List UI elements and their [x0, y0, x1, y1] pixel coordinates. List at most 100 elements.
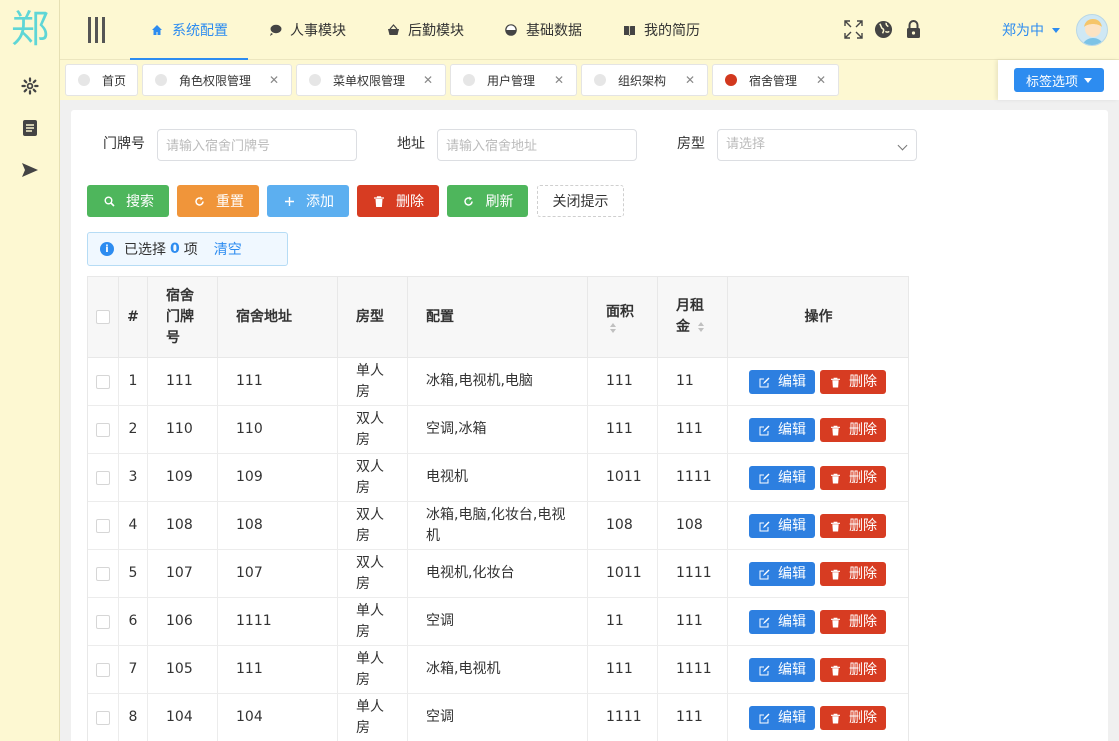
row-config: 冰箱,电视机,电脑	[408, 358, 588, 405]
row-delete-button[interactable]: 删除	[820, 370, 886, 394]
nav-item-base-data[interactable]: 基础数据	[484, 0, 602, 60]
nav-item-system-config[interactable]: 系统配置	[130, 0, 248, 60]
tag-options-button[interactable]: 标签选项	[1014, 68, 1104, 92]
nav-item-logistics[interactable]: 后勤模块	[366, 0, 484, 60]
edit-button[interactable]: 编辑	[749, 466, 815, 490]
close-icon[interactable]: ✕	[269, 73, 279, 87]
edit-button[interactable]: 编辑	[749, 370, 815, 394]
room-type-placeholder: 请选择	[726, 137, 766, 152]
row-checkbox[interactable]	[96, 662, 110, 677]
address-label: 地址	[397, 136, 425, 152]
nav-label: 人事模块	[290, 23, 346, 39]
clear-selection-link[interactable]: 清空	[214, 239, 242, 259]
tag-dot-icon	[78, 74, 90, 86]
header-area-label: 面积	[606, 303, 634, 320]
header-index: #	[119, 277, 148, 357]
room-type-select[interactable]: 请选择	[717, 129, 917, 161]
row-area: 111	[588, 358, 658, 405]
sort-icon[interactable]	[610, 322, 616, 333]
sort-icon[interactable]	[698, 322, 704, 332]
tag-dot-icon	[594, 74, 606, 86]
row-area: 111	[588, 646, 658, 693]
edit-button[interactable]: 编辑	[749, 706, 815, 730]
reset-label: 重置	[216, 194, 244, 210]
row-config-text: 空调	[426, 709, 454, 725]
globe-icon[interactable]	[873, 18, 893, 40]
close-tip-button[interactable]: 关闭提示	[537, 185, 624, 217]
row-area: 11	[588, 598, 658, 645]
row-room-type: 双人房	[338, 454, 408, 501]
edit-button[interactable]: 编辑	[749, 610, 815, 634]
row-checkbox[interactable]	[96, 710, 110, 725]
edit-label: 编辑	[778, 469, 806, 486]
fullscreen-icon[interactable]	[843, 18, 863, 40]
nav-label: 后勤模块	[408, 23, 464, 39]
delete-button[interactable]: 删除	[357, 185, 439, 217]
header-rent[interactable]: 月租金	[658, 277, 728, 357]
row-delete-button[interactable]: 删除	[820, 514, 886, 538]
row-config: 空调	[408, 598, 588, 645]
trash-icon	[372, 194, 386, 208]
tag-organization[interactable]: 组织架构 ✕	[581, 64, 708, 96]
row-config-text: 电视机	[426, 469, 468, 485]
row-delete-button[interactable]: 删除	[820, 562, 886, 586]
book-icon	[622, 23, 636, 37]
row-checkbox[interactable]	[96, 374, 110, 389]
add-button[interactable]: 添加	[267, 185, 349, 217]
avatar[interactable]	[1076, 14, 1108, 46]
close-icon[interactable]: ✕	[816, 73, 826, 87]
row-checkbox[interactable]	[96, 566, 110, 581]
row-delete-button[interactable]: 删除	[820, 610, 886, 634]
tag-label: 首页	[102, 73, 127, 88]
row-door: 105	[148, 646, 218, 693]
edit-button[interactable]: 编辑	[749, 418, 815, 442]
row-checkbox[interactable]	[96, 422, 110, 437]
row-delete-button[interactable]: 删除	[820, 466, 886, 490]
row-checkbox[interactable]	[96, 614, 110, 629]
edit-button[interactable]: 编辑	[749, 562, 815, 586]
row-delete-button[interactable]: 删除	[820, 706, 886, 730]
menu-toggle-icon[interactable]	[88, 17, 108, 43]
row-address: 109	[218, 454, 338, 501]
tag-home[interactable]: 首页	[65, 64, 138, 96]
row-checkbox[interactable]	[96, 470, 110, 485]
row-delete-button[interactable]: 删除	[820, 418, 886, 442]
close-icon[interactable]: ✕	[423, 73, 433, 87]
row-checkbox[interactable]	[96, 518, 110, 533]
lock-icon[interactable]	[903, 18, 923, 40]
refresh-button[interactable]: 刷新	[447, 185, 528, 217]
nav-item-hr[interactable]: 人事模块	[248, 0, 366, 60]
tag-user-management[interactable]: 用户管理 ✕	[450, 64, 577, 96]
search-button[interactable]: 搜索	[87, 185, 169, 217]
edit-icon	[758, 376, 770, 388]
row-rent: 1111	[658, 454, 728, 501]
send-icon[interactable]	[18, 158, 42, 182]
close-icon[interactable]: ✕	[685, 73, 695, 87]
gear-icon[interactable]	[18, 74, 42, 98]
document-icon[interactable]	[18, 116, 42, 140]
edit-icon	[758, 424, 770, 436]
row-rent: 11	[658, 358, 728, 405]
close-icon[interactable]: ✕	[554, 73, 564, 87]
row-address: 104	[218, 694, 338, 741]
row-actions: 编辑 删除	[728, 502, 909, 549]
header-area[interactable]: 面积	[588, 277, 658, 357]
tag-role-permission[interactable]: 角色权限管理 ✕	[142, 64, 292, 96]
select-all-checkbox[interactable]	[96, 310, 110, 324]
reset-button[interactable]: 重置	[177, 185, 259, 217]
user-menu[interactable]: 郑为中	[1002, 0, 1108, 60]
tag-menu-permission[interactable]: 菜单权限管理 ✕	[296, 64, 446, 96]
nav-item-resume[interactable]: 我的简历	[602, 0, 720, 60]
edit-button[interactable]: 编辑	[749, 658, 815, 682]
edit-button[interactable]: 编辑	[749, 514, 815, 538]
tag-dormitory[interactable]: 宿舍管理 ✕	[712, 64, 839, 96]
edit-icon	[758, 472, 770, 484]
door-input[interactable]	[157, 129, 357, 161]
row-room-type: 双人房	[338, 406, 408, 453]
trash-icon	[829, 568, 841, 580]
trash-icon	[829, 712, 841, 724]
row-delete-button[interactable]: 删除	[820, 658, 886, 682]
row-room-type-text: 单人房	[356, 602, 384, 640]
address-input[interactable]	[437, 129, 637, 161]
header-select-all	[88, 277, 119, 357]
